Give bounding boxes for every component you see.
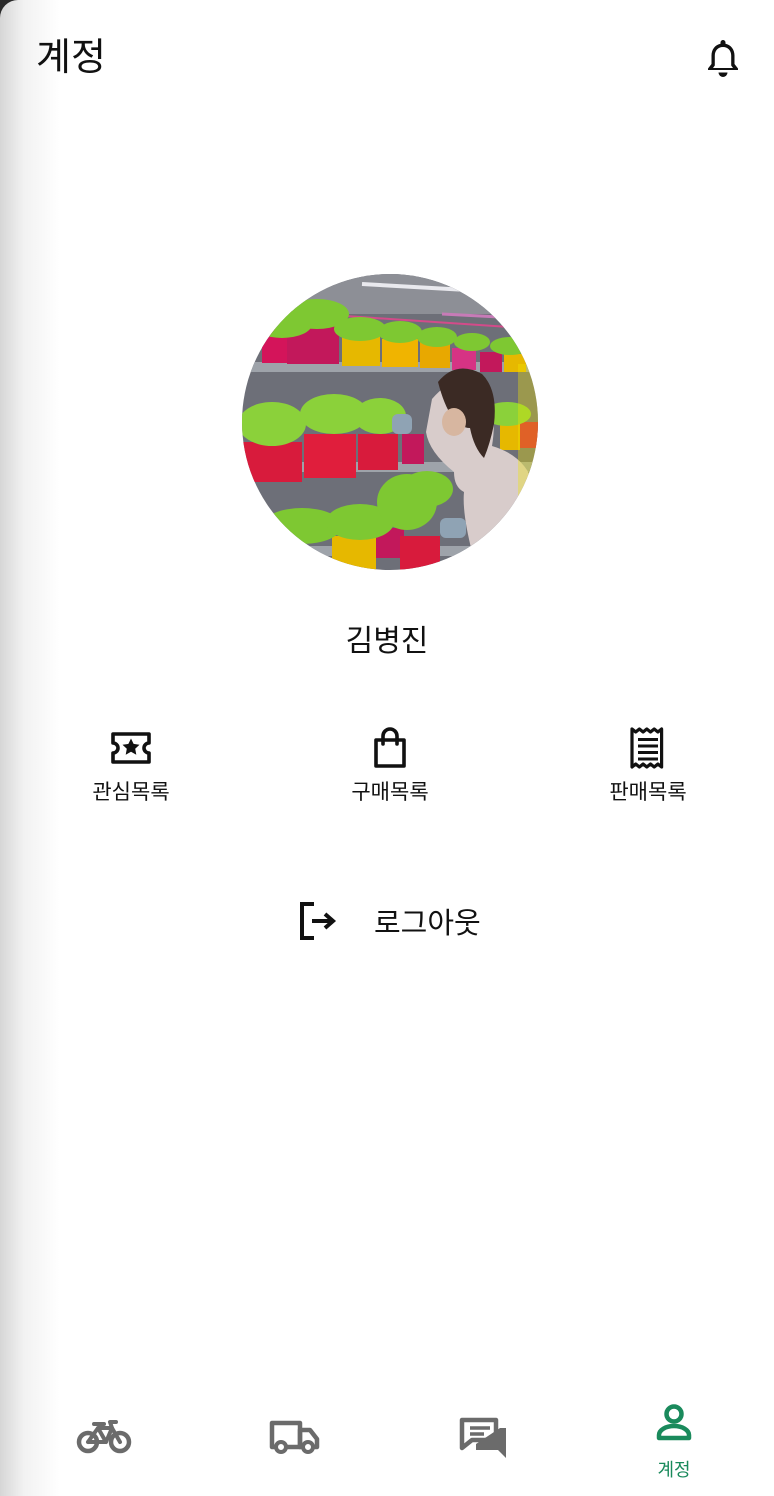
logout-label: 로그아웃 — [374, 906, 481, 940]
logout-button[interactable]: 로그아웃 — [296, 896, 481, 946]
bottom-navigation: 계정 — [0, 1392, 774, 1496]
bicycle-icon — [76, 1420, 132, 1454]
avatar[interactable] — [242, 274, 538, 570]
sales-button[interactable]: 판매목록 — [568, 726, 728, 806]
ticket-star-icon — [111, 732, 151, 764]
nav-account-label: 계정 — [657, 1460, 691, 1481]
sales-label: 판매목록 — [609, 780, 687, 804]
chat-icon — [459, 1417, 506, 1458]
logout-icon — [300, 902, 337, 940]
user-name: 김병진 — [345, 624, 429, 659]
page-title: 계정 — [36, 35, 106, 79]
nav-delivery[interactable] — [234, 1392, 354, 1496]
purchases-label: 구매목록 — [351, 780, 429, 804]
wishlist-button[interactable]: 관심목록 — [51, 726, 211, 806]
receipt-icon — [630, 727, 664, 769]
truck-icon — [269, 1420, 320, 1454]
purchases-button[interactable]: 구매목록 — [310, 726, 470, 806]
nav-bike[interactable] — [44, 1392, 164, 1496]
wishlist-label: 관심목록 — [92, 780, 170, 804]
bell-icon[interactable] — [700, 34, 746, 80]
nav-chat[interactable] — [424, 1392, 544, 1496]
person-icon — [656, 1404, 692, 1441]
shopping-bag-icon — [374, 727, 406, 768]
account-screen: 계정 김병진 관심목록 구매목록 판매목록 로그아웃 계정 — [0, 0, 774, 1496]
nav-account[interactable]: 계정 — [614, 1392, 734, 1496]
